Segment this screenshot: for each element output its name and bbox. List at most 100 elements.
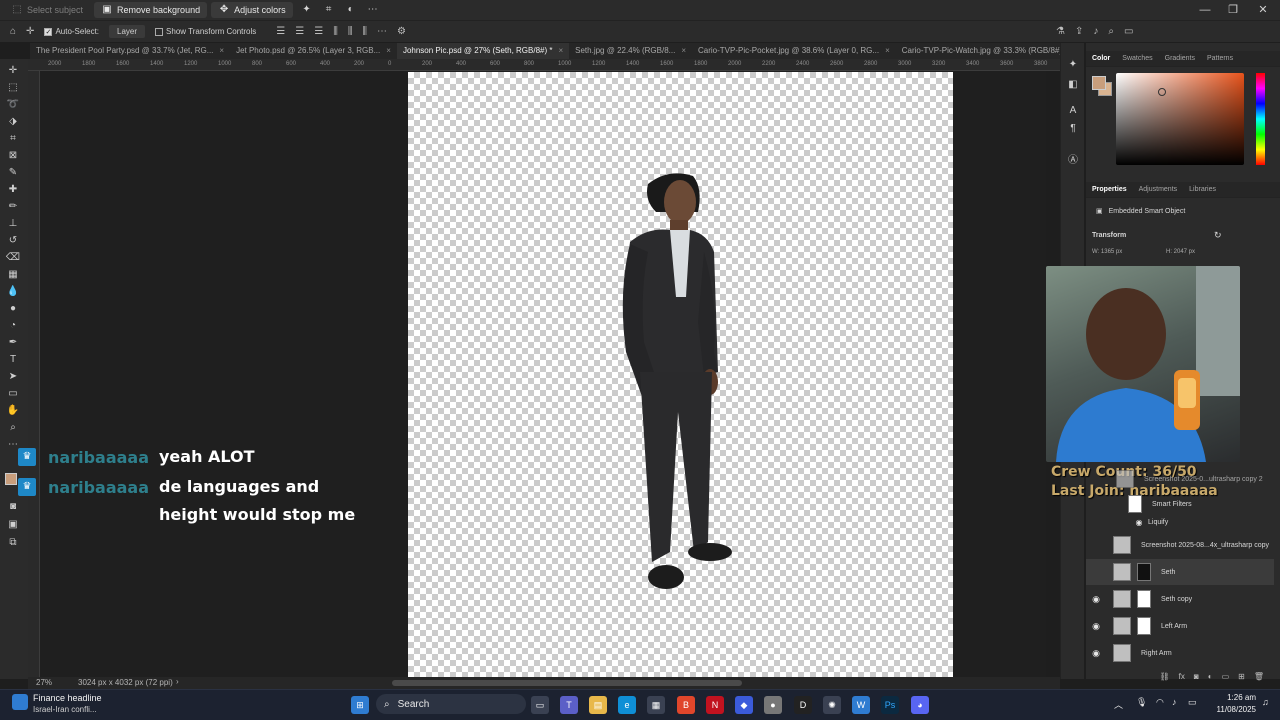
move-tool-icon[interactable]: ✛ [26, 26, 34, 37]
tab-color[interactable]: Color [1086, 51, 1116, 66]
glyphs-icon[interactable]: Ⓐ [1066, 151, 1080, 166]
align-right-icon[interactable]: ☰ [314, 26, 323, 37]
netflix-icon[interactable]: N [706, 696, 724, 714]
clock-time[interactable]: 1:26 am [1208, 693, 1256, 702]
workspace-icon[interactable]: ▭ [1124, 26, 1133, 37]
notification-bell-icon[interactable]: ♫ [1262, 697, 1269, 707]
foreground-color-swatch[interactable] [1092, 76, 1106, 90]
adjustments-icon[interactable]: ◧ [1066, 79, 1080, 93]
link-layers-icon[interactable]: ⛓ [1160, 672, 1170, 686]
healing-brush-icon[interactable]: ✚ [5, 182, 21, 197]
show-transform-checkbox[interactable]: Show Transform Controls [155, 27, 256, 36]
more-icon[interactable]: ⋯ [367, 4, 379, 16]
history-brush-icon[interactable]: ↺ [5, 233, 21, 248]
pen-tool-icon[interactable]: ✒ [5, 335, 21, 350]
bell-icon[interactable]: ♪ [1093, 26, 1098, 37]
marquee-tool-icon[interactable]: ⬚ [5, 80, 21, 95]
height-field[interactable]: H: 2047 px [1166, 249, 1195, 255]
app-icon[interactable]: ◆ [735, 696, 753, 714]
document-canvas[interactable] [408, 72, 953, 677]
gear-icon[interactable]: ⚙ [397, 26, 406, 37]
file-explorer-icon[interactable]: ▤ [589, 696, 607, 714]
object-select-icon[interactable]: ⬗ [5, 114, 21, 129]
maximize-icon[interactable]: ❐ [1218, 0, 1248, 20]
close-tab-icon[interactable]: × [219, 43, 224, 59]
layer-row[interactable]: ◉ Liquify [1106, 512, 1280, 532]
windows-start-icon[interactable]: ⊞ [351, 696, 369, 714]
close-tab-icon[interactable]: × [885, 43, 890, 59]
zoom-level[interactable]: 27% [36, 678, 52, 687]
character-icon[interactable]: A [1066, 105, 1080, 119]
chevron-up-icon[interactable]: ︿ [1114, 698, 1123, 711]
close-icon[interactable]: ✕ [1248, 0, 1278, 20]
color-picker-field[interactable] [1116, 73, 1244, 165]
microphone-icon[interactable]: 🎙 [1136, 697, 1147, 708]
chevron-right-icon[interactable]: › [176, 677, 179, 686]
adjust-colors-button[interactable]: ✥ Adjust colors [211, 2, 293, 18]
layer-row[interactable]: Screenshot 2025-0...ultrasharp copy 2 [1106, 466, 1280, 492]
tab-seth-jpg[interactable]: Seth.jpg @ 22.4% (RGB/8... × [569, 43, 692, 59]
tab-libraries[interactable]: Libraries [1183, 182, 1222, 197]
flask-icon[interactable]: ⚗ [1056, 26, 1065, 37]
zoom-tool-icon[interactable]: ⌕ [5, 420, 21, 435]
eye-icon[interactable]: ◉ [1089, 594, 1103, 605]
eraser-tool-icon[interactable]: ⌫ [5, 250, 21, 265]
eye-icon[interactable]: ◉ [1089, 621, 1103, 632]
battery-icon[interactable]: ▭ [1188, 697, 1197, 708]
select-subject-button[interactable]: ⬚ Select subject [4, 2, 90, 18]
auto-select-checkbox[interactable]: ✓ Auto-Select: [44, 27, 99, 36]
more-options-icon[interactable]: ⋯ [377, 26, 387, 37]
store-icon[interactable]: ▦ [647, 696, 665, 714]
fx-icon[interactable]: fx [1179, 672, 1185, 686]
shape-tool-icon[interactable]: ▭ [5, 386, 21, 401]
layer-row[interactable]: Screenshot 2025-08...4x_ultrasharp copy [1086, 532, 1274, 558]
frame-tool-icon[interactable]: ⊠ [5, 148, 21, 163]
share-screen-icon[interactable]: ⧉ [5, 535, 21, 550]
minimize-icon[interactable]: — [1190, 0, 1220, 20]
layer-row[interactable]: ◉ Seth copy [1086, 586, 1274, 612]
tab-patterns[interactable]: Patterns [1201, 51, 1239, 66]
width-field[interactable]: W: 1365 px [1092, 249, 1122, 255]
hand-tool-icon[interactable]: ✋ [5, 403, 21, 418]
edge-icon[interactable]: e [618, 696, 636, 714]
brush-tool-icon[interactable]: ✏ [5, 199, 21, 214]
word-icon[interactable]: W [852, 696, 870, 714]
search-icon[interactable]: ⌕ [1108, 26, 1114, 37]
tab-gradients[interactable]: Gradients [1159, 51, 1201, 66]
wifi-icon[interactable]: ◠ [1156, 697, 1164, 708]
chatgpt-icon[interactable]: ✺ [823, 696, 841, 714]
home-icon[interactable]: ⌂ [10, 26, 16, 37]
clock-date[interactable]: 11/08/2025 [1208, 705, 1256, 714]
remove-background-button[interactable]: ▣ Remove background [94, 2, 208, 18]
profile-icon[interactable]: ● [764, 696, 782, 714]
smudge-icon[interactable]: ◔ [5, 318, 21, 333]
volume-icon[interactable]: ♪ [1172, 697, 1177, 707]
adjustment-layer-icon[interactable]: ◐ [1208, 672, 1213, 686]
reset-transform-icon[interactable]: ↻ [1214, 230, 1222, 241]
person-cutout[interactable] [408, 72, 953, 677]
teams-icon[interactable]: T [560, 696, 578, 714]
eye-icon[interactable]: ◉ [1132, 518, 1146, 527]
taskbar-search[interactable]: ⌕ Search [376, 694, 526, 714]
new-layer-icon[interactable]: ⊞ [1238, 672, 1245, 686]
close-tab-icon[interactable]: × [558, 43, 563, 59]
trash-icon[interactable]: 🗑 [1254, 672, 1264, 686]
tab-cario-pocket[interactable]: Cario-TVP-Pic-Pocket.jpg @ 38.6% (Layer … [692, 43, 896, 59]
photoshop-icon[interactable]: Ps [881, 696, 899, 714]
gradient-tool-icon[interactable]: ▦ [5, 267, 21, 282]
close-tab-icon[interactable]: × [386, 43, 391, 59]
align-bottom-icon[interactable]: ⫼ [362, 26, 367, 37]
brave-icon[interactable]: B [677, 696, 695, 714]
crop-tool-icon[interactable]: ⌗ [5, 131, 21, 146]
discord-icon[interactable]: ◕ [911, 696, 929, 714]
paragraph-icon[interactable]: ¶ [1066, 123, 1080, 137]
hue-slider[interactable] [1256, 73, 1265, 165]
news-title[interactable]: Finance headline [33, 693, 102, 703]
eyedropper-icon[interactable]: ✎ [5, 165, 21, 180]
tab-president-pool-party[interactable]: The President Pool Party.psd @ 33.7% (Je… [30, 43, 230, 59]
path-select-icon[interactable]: ➤ [5, 369, 21, 384]
dodge-tool-icon[interactable]: ● [5, 301, 21, 316]
picker-cursor[interactable] [1158, 88, 1166, 96]
align-left-icon[interactable]: ☰ [276, 26, 285, 37]
blur-tool-icon[interactable]: 💧 [5, 284, 21, 299]
